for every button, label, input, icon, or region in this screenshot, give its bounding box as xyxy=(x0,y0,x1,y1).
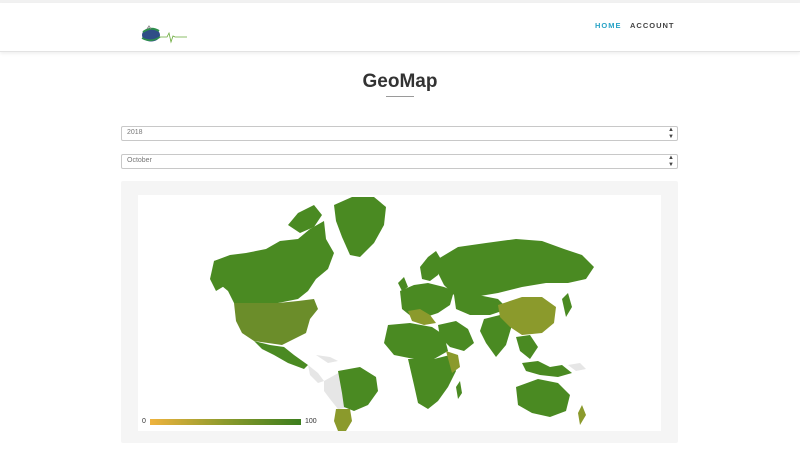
region-papua xyxy=(568,363,586,371)
legend-max-label: 100 xyxy=(305,418,317,425)
region-brazil xyxy=(338,367,378,411)
nav-home-link[interactable]: HOME xyxy=(595,21,622,30)
region-central-america xyxy=(308,365,324,383)
legend-min-label: 0 xyxy=(142,418,146,425)
navbar: HOME ACCOUNT xyxy=(0,3,800,52)
region-southeast-asia xyxy=(516,335,538,359)
brand-logo[interactable] xyxy=(139,23,191,51)
region-japan xyxy=(562,293,572,317)
title-underline xyxy=(386,96,414,97)
region-mexico xyxy=(254,341,308,369)
legend-color-scale xyxy=(150,419,301,425)
region-madagascar xyxy=(456,381,462,399)
geo-map[interactable]: 0 100 xyxy=(138,195,661,431)
region-canada xyxy=(214,221,334,305)
page-title: GeoMap xyxy=(362,71,438,92)
region-russia xyxy=(438,239,594,297)
region-north-africa xyxy=(384,323,448,359)
region-caribbean xyxy=(316,355,338,363)
select-arrows-icon: ▲ ▼ xyxy=(668,155,674,168)
region-africa-central xyxy=(408,355,456,409)
month-select-value: October xyxy=(127,157,152,164)
nav-account-link[interactable]: ACCOUNT xyxy=(630,21,675,30)
month-select[interactable]: October ▲ ▼ xyxy=(121,154,678,169)
year-select[interactable]: 2018 ▲ ▼ xyxy=(121,126,678,141)
year-select-value: 2018 xyxy=(127,129,143,136)
region-new-zealand xyxy=(578,405,586,425)
region-australia xyxy=(516,379,570,417)
region-argentina xyxy=(334,409,352,431)
region-europe xyxy=(400,283,454,317)
region-indonesia xyxy=(522,361,572,377)
region-usa xyxy=(234,299,318,345)
region-greenland xyxy=(334,197,386,257)
world-map-svg xyxy=(210,197,594,431)
select-arrows-icon: ▲ ▼ xyxy=(668,127,674,140)
map-panel: 0 100 xyxy=(121,181,678,443)
